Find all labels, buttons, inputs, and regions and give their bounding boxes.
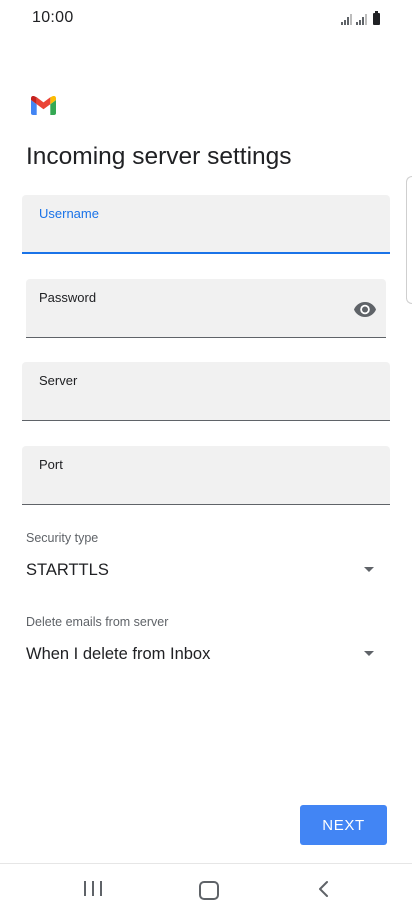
back-icon[interactable] bbox=[315, 880, 333, 898]
security-type-value: STARTTLS bbox=[26, 561, 109, 579]
navigation-bar bbox=[0, 864, 412, 915]
security-type-label: Security type bbox=[26, 531, 99, 545]
server-field[interactable]: Server bbox=[22, 362, 390, 421]
server-input[interactable] bbox=[39, 392, 340, 414]
password-input[interactable] bbox=[39, 309, 336, 331]
recents-icon[interactable] bbox=[84, 881, 102, 897]
username-input[interactable] bbox=[39, 225, 340, 247]
username-label: Username bbox=[39, 206, 99, 221]
server-label: Server bbox=[39, 373, 78, 388]
signal-icon bbox=[341, 13, 352, 25]
page-title: Incoming server settings bbox=[26, 143, 292, 170]
status-time: 10:00 bbox=[32, 9, 74, 26]
home-icon[interactable] bbox=[199, 881, 219, 900]
delete-emails-label: Delete emails from server bbox=[26, 615, 169, 629]
port-label: Port bbox=[39, 457, 63, 472]
dropdown-caret-icon bbox=[364, 567, 374, 572]
battery-icon bbox=[373, 11, 380, 25]
password-field[interactable]: Password bbox=[26, 279, 386, 338]
status-icons bbox=[341, 11, 380, 25]
port-field[interactable]: Port bbox=[22, 446, 390, 505]
port-input[interactable] bbox=[39, 476, 340, 498]
next-button[interactable]: NEXT bbox=[300, 805, 387, 845]
gmail-logo bbox=[31, 96, 56, 115]
password-label: Password bbox=[39, 290, 97, 305]
signal-icon bbox=[356, 13, 367, 25]
eye-icon[interactable] bbox=[353, 297, 377, 321]
screen: 10:00 Incoming server settings Username … bbox=[0, 0, 412, 915]
security-type-dropdown[interactable]: STARTTLS bbox=[26, 557, 390, 585]
dropdown-caret-icon bbox=[364, 651, 374, 656]
scroll-indicator bbox=[406, 176, 412, 304]
username-field[interactable]: Username bbox=[22, 195, 390, 254]
delete-emails-value: When I delete from Inbox bbox=[26, 645, 211, 663]
delete-emails-dropdown[interactable]: When I delete from Inbox bbox=[26, 641, 390, 669]
status-bar: 10:00 bbox=[0, 0, 412, 36]
